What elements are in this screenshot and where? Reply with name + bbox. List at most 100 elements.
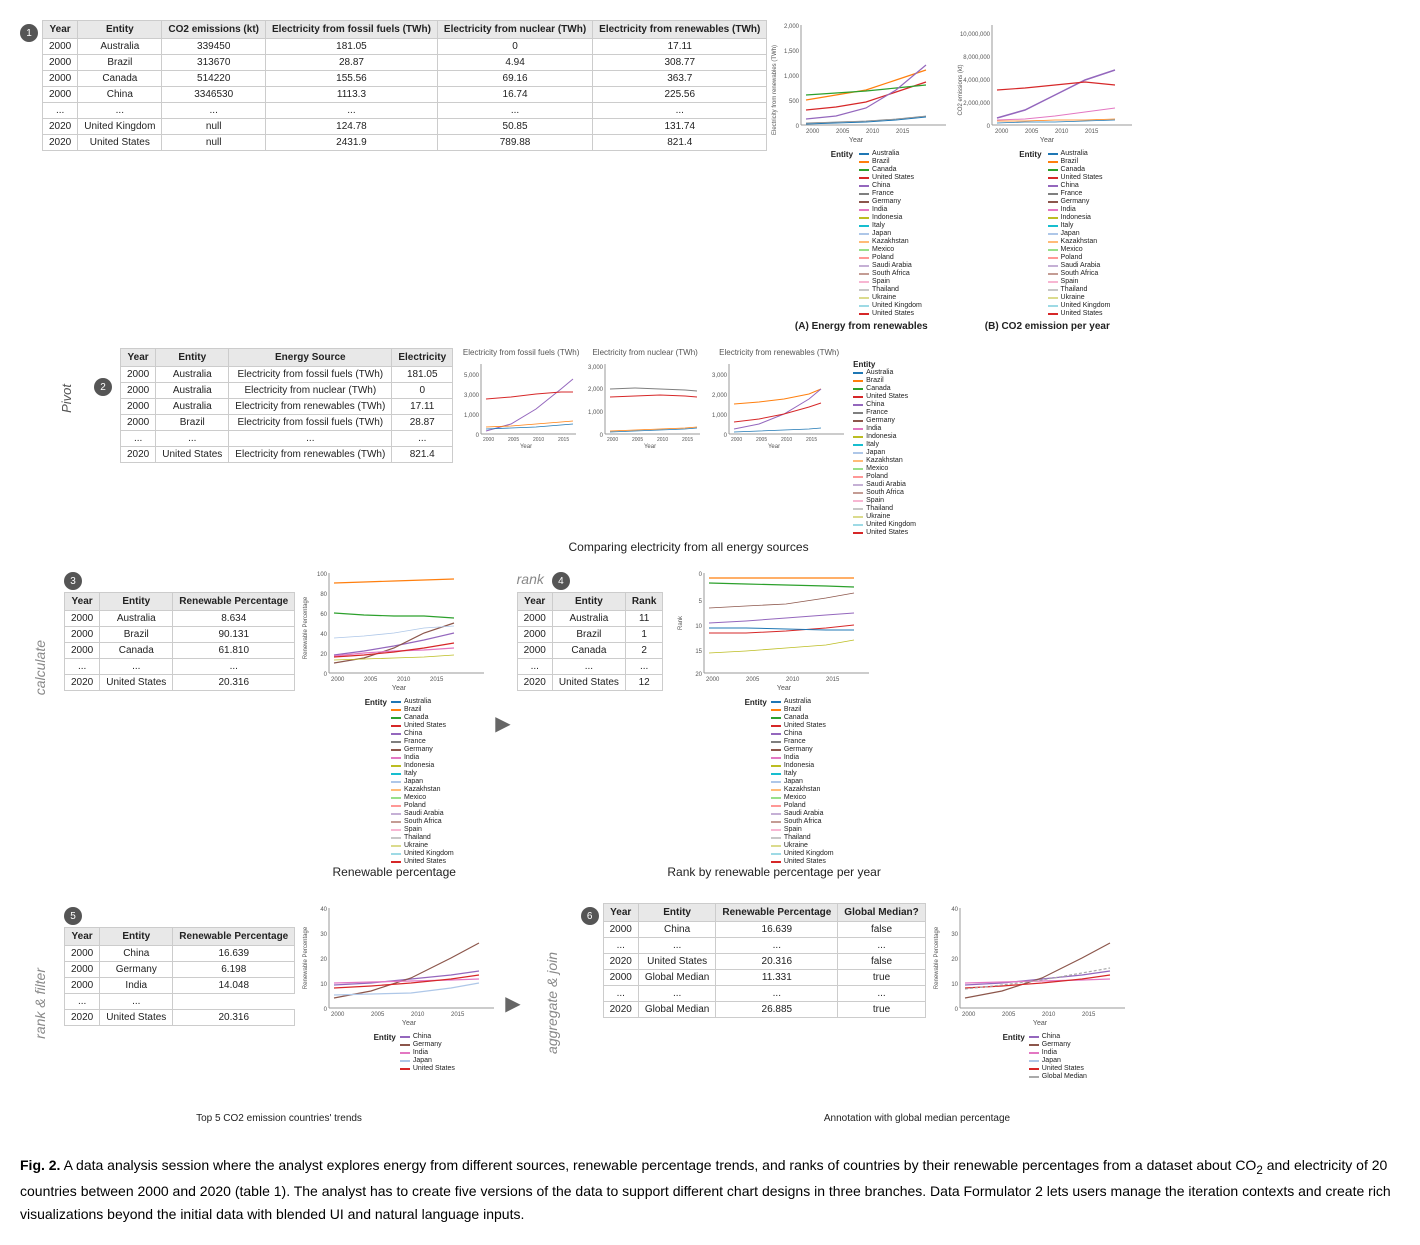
chart-nuclear: Electricity from nuclear (TWh) 0 1,000 2…: [585, 348, 705, 536]
legend-item: Japan: [853, 449, 916, 456]
table-cell: Brazil: [100, 627, 173, 643]
legend-label: Spain: [872, 278, 890, 285]
svg-text:1,500: 1,500: [784, 49, 800, 55]
legend-line: [859, 241, 869, 243]
legend-line: [853, 500, 863, 502]
table-cell: 2000: [43, 39, 78, 55]
legend-item: Thailand: [853, 505, 916, 512]
legend-item: Saudi Arabia: [859, 262, 922, 269]
table-cell: Electricity from renewables (TWh): [229, 399, 392, 415]
legend-label: Canada: [866, 385, 891, 392]
legend-label: India: [784, 754, 799, 761]
table-cell: 0: [392, 383, 453, 399]
legend-line: [391, 821, 401, 823]
legend-label: India: [866, 425, 881, 432]
table-cell: 8.634: [173, 611, 295, 627]
legend-label: France: [866, 409, 888, 416]
legend-line: [771, 709, 781, 711]
legend-line: [771, 765, 781, 767]
table-cell: ...: [173, 659, 295, 675]
table-cell: Australia: [156, 383, 229, 399]
table-cell: Canada: [100, 643, 173, 659]
legend-item: Spain: [391, 826, 454, 833]
legend-label: France: [872, 190, 894, 197]
t3-year: Year: [65, 593, 100, 611]
table-cell: China: [100, 946, 173, 962]
table-cell: Brazil: [552, 627, 625, 643]
table-cell: 11.331: [716, 970, 838, 986]
svg-text:2015: 2015: [826, 677, 840, 683]
legend-label: Kazakhstan: [404, 786, 441, 793]
legend-line: [859, 193, 869, 195]
legend-item: Kazakhstan: [1048, 238, 1111, 245]
legend-label: United States: [866, 393, 908, 400]
legend-item: Kazakhstan: [859, 238, 922, 245]
chart-renewables2-label: Electricity from renewables (TWh): [719, 348, 839, 357]
legend-line: [853, 516, 863, 518]
table-cell: Australia: [156, 367, 229, 383]
table-cell: false: [838, 922, 925, 938]
legend-label: China: [404, 730, 422, 737]
legend-label: Ukraine: [1061, 294, 1085, 301]
legend-item: United States: [1048, 310, 1111, 317]
legend-line: [859, 233, 869, 235]
fig-caption: Fig. 2. A data analysis session where th…: [20, 1154, 1400, 1225]
table6: Year Entity Renewable Percentage Global …: [603, 903, 926, 1018]
legend-label: India: [1061, 206, 1076, 213]
chart4-legend-title: Entity: [745, 698, 767, 865]
legend-label: Spain: [404, 826, 422, 833]
svg-text:2015: 2015: [1082, 1012, 1096, 1018]
table-cell: Global Median: [638, 970, 715, 986]
legend-line: [853, 476, 863, 478]
legend-item: Italy: [771, 770, 834, 777]
legend-label: Saudi Arabia: [1061, 262, 1101, 269]
svg-text:2005: 2005: [756, 437, 767, 443]
table-cell: ...: [43, 103, 78, 119]
legend-line: [859, 265, 869, 267]
table-cell: Australia: [100, 611, 173, 627]
table-cell: 181.05: [392, 367, 453, 383]
legend-item: United States: [859, 174, 922, 181]
svg-text:2000: 2000: [995, 129, 1009, 135]
table-cell: 363.7: [593, 71, 767, 87]
svg-text:Year: Year: [777, 685, 792, 692]
svg-text:10: 10: [695, 624, 702, 630]
legend-label: Germany: [1061, 198, 1090, 205]
legend-item: United Kingdom: [859, 302, 922, 309]
table-cell: 339450: [162, 39, 266, 55]
legend-line: [853, 492, 863, 494]
legend-line: [391, 789, 401, 791]
table-cell: ...: [392, 431, 453, 447]
svg-text:2010: 2010: [657, 437, 668, 443]
svg-text:0: 0: [796, 124, 800, 130]
table-cell: 2020: [603, 954, 638, 970]
legend-line: [1048, 297, 1058, 299]
svg-text:Renewable Percentage: Renewable Percentage: [303, 926, 309, 989]
table-cell: 2020: [43, 119, 78, 135]
section5-badge: 5: [64, 907, 82, 925]
legend-line: [391, 709, 401, 711]
rank-filter-label: rank & filter: [32, 958, 48, 1049]
legend-item: India: [1029, 1049, 1087, 1056]
legend-label: United Kingdom: [404, 850, 454, 857]
legend-label: Ukraine: [404, 842, 428, 849]
legend-label: Kazakhstan: [866, 457, 903, 464]
chart-renewables2-svg: 0 1,000 2,000 3,000 2000 2005 2010 2015 …: [709, 359, 849, 449]
legend-item: Global Median: [1029, 1073, 1087, 1080]
svg-text:0: 0: [324, 1007, 328, 1013]
table-cell: 2000: [65, 627, 100, 643]
svg-text:2,000: 2,000: [784, 24, 800, 30]
legend-label: Ukraine: [872, 294, 896, 301]
svg-text:Year: Year: [768, 444, 780, 449]
legend-item: Kazakhstan: [853, 457, 916, 464]
section4-badge: 4: [552, 572, 570, 590]
legend-item: Indonesia: [391, 762, 454, 769]
legend-item: Spain: [771, 826, 834, 833]
legend-item: Kazakhstan: [771, 786, 834, 793]
row34: calculate 3 Year Entity Renewable Percen…: [20, 568, 1400, 879]
legend-label: Germany: [1042, 1041, 1071, 1048]
legend-item: Australia: [771, 698, 834, 705]
s4-header: rank 4: [517, 568, 664, 590]
table-cell: ...: [838, 938, 925, 954]
legend-line: [1048, 233, 1058, 235]
